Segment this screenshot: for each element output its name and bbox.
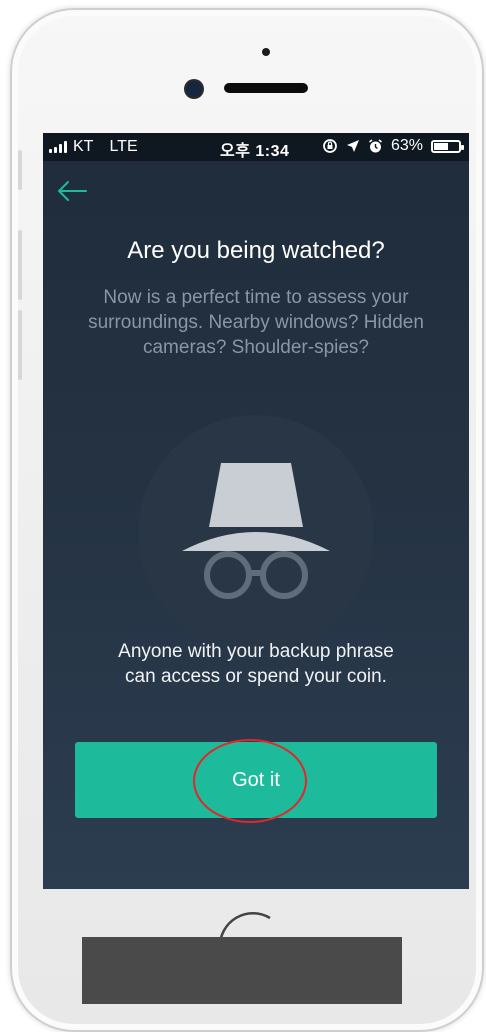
spy-incognito-icon <box>182 463 330 599</box>
back-arrow-icon[interactable] <box>55 177 89 205</box>
earpiece-speaker <box>224 83 308 93</box>
volume-down-button <box>18 310 22 380</box>
redaction-box <box>82 937 402 1004</box>
description-text: Now is a perfect time to assess your sur… <box>88 287 424 358</box>
got-it-label: Got it <box>232 768 280 791</box>
spy-illustration <box>138 415 374 651</box>
front-camera <box>186 81 202 97</box>
carrier-label: KT <box>73 138 94 155</box>
battery-icon <box>431 139 464 153</box>
status-bar: KT LTE 오후 1:34 63% <box>43 133 469 161</box>
volume-up-button <box>18 230 22 300</box>
battery-percent: 63% <box>390 137 423 154</box>
proximity-sensor <box>262 48 270 56</box>
alarm-icon <box>368 138 382 152</box>
status-right: 63% <box>322 137 464 155</box>
mute-switch <box>18 150 22 190</box>
clock: 오후 1:34 <box>220 143 290 160</box>
warning-note: Anyone with your backup phrase can acces… <box>118 641 394 687</box>
status-left: KT LTE <box>49 138 138 156</box>
lock-rotation-icon <box>323 139 337 153</box>
got-it-button[interactable]: Got it <box>75 742 437 818</box>
signal-icon <box>49 141 67 153</box>
location-icon <box>346 140 359 152</box>
network-label: LTE <box>109 138 138 155</box>
app-screen: KT LTE 오후 1:34 63% Are you being watched… <box>43 133 469 889</box>
page-title: Are you being watched? <box>127 237 385 264</box>
